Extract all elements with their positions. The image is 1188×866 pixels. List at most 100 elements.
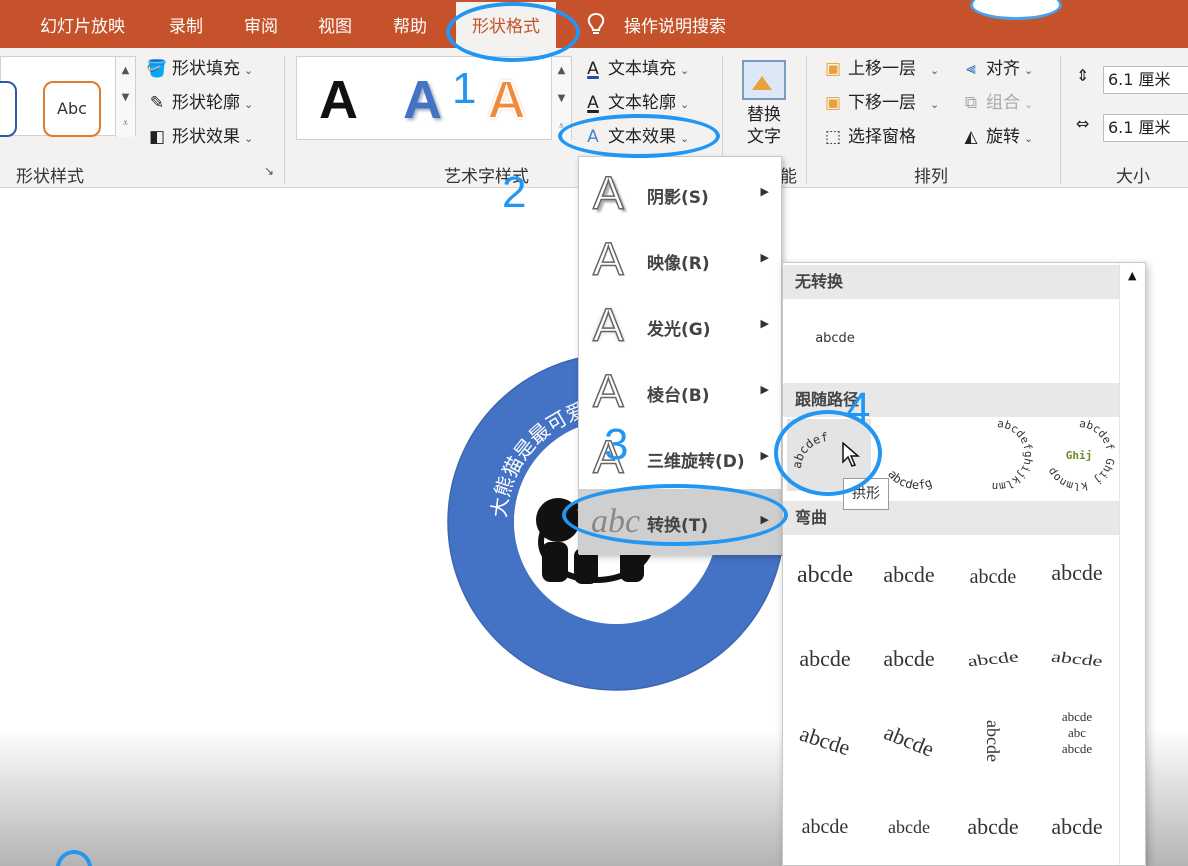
selection-pane-icon: ⬚	[824, 127, 842, 147]
shape-styles-gallery[interactable]: Abc ▲ ▼ ⩡	[0, 56, 136, 137]
group-label-accessibility: 能	[780, 167, 797, 187]
svg-text:Ghij: Ghij	[1066, 449, 1093, 462]
group-objects-icon: ⧉	[964, 93, 978, 113]
paint-bucket-icon: 🪣	[146, 59, 168, 79]
warp-button[interactable]: abcde abc abcde	[1035, 709, 1119, 781]
submenu-arrow-icon: ▶	[760, 449, 769, 462]
tab-help[interactable]: 帮助	[393, 12, 427, 37]
menu-item-bevel[interactable]: A 棱台(B) ▶	[579, 359, 781, 425]
send-backward-icon: ▣	[824, 93, 842, 113]
warp-can-up[interactable]: abcde	[783, 791, 867, 863]
shape-effects-button[interactable]: ◧ 形状效果 ⌄	[146, 124, 253, 150]
warp-arch-down[interactable]: abcde	[857, 692, 962, 790]
warp-chevron-up[interactable]: abcde	[783, 623, 867, 695]
gallery-scroll-up-icon[interactable]: ▲	[115, 57, 135, 85]
transform-gallery-scrollbar[interactable]: ▲	[1119, 263, 1145, 865]
chevron-down-icon: ⌄	[930, 64, 940, 77]
warp-arch-up[interactable]: abcde	[783, 694, 876, 788]
chevron-down-icon: ⌄	[1024, 98, 1034, 111]
shape-outline-button[interactable]: ✎ 形状轮廓 ⌄	[146, 90, 253, 116]
bevel-A-icon: A	[592, 364, 624, 418]
shape-style-swatch[interactable]	[0, 81, 17, 137]
submenu-arrow-icon: ▶	[760, 383, 769, 396]
group-divider	[1060, 56, 1061, 184]
chevron-down-icon: ⌄	[680, 64, 690, 77]
warp-plain[interactable]: abcde	[783, 539, 867, 611]
warp-ring-outside[interactable]: abcde	[1030, 630, 1123, 688]
gallery-more-icon[interactable]: ⩡	[115, 111, 135, 137]
group-divider	[806, 56, 807, 184]
text-fill-button[interactable]: A 文本填充 ⌄	[582, 56, 689, 82]
menu-item-reflection[interactable]: A 映像(R) ▶	[579, 227, 781, 293]
submenu-arrow-icon: ▶	[760, 317, 769, 330]
warp-wave-1[interactable]: abcde	[951, 791, 1035, 863]
wordart-sample-orange[interactable]: A	[486, 69, 527, 131]
menu-item-glow[interactable]: A 发光(G) ▶	[579, 293, 781, 359]
annotation-number-3: 3	[604, 420, 629, 469]
warp-ring-inside[interactable]: abcde	[946, 630, 1039, 688]
section-header-warp: 弯曲	[783, 501, 1119, 535]
transform-circle[interactable]: abcdefghijklmn	[955, 417, 1039, 493]
shape-width-input[interactable]: 6.1 厘米	[1103, 114, 1188, 142]
menu-item-shadow[interactable]: A 阴影(S) ▶	[579, 161, 781, 227]
annotation-ellipse-3	[562, 484, 788, 546]
text-outline-button[interactable]: A 文本轮廓 ⌄	[582, 90, 689, 116]
bring-forward-button[interactable]: ▣ 上移一层 ⌄	[822, 56, 939, 82]
tab-slideshow[interactable]: 幻灯片放映	[40, 12, 125, 37]
tab-record[interactable]: 录制	[169, 12, 203, 37]
warp-triangle-up[interactable]: abcde	[951, 539, 1035, 611]
alt-text-button[interactable]: 替换 文字	[736, 56, 792, 154]
scroll-up-arrow-icon[interactable]: ▲	[1128, 269, 1136, 282]
shape-height-icon: ⇕	[1076, 66, 1090, 85]
warp-circle[interactable]: abcde	[957, 699, 1029, 783]
reflection-A-icon: A	[592, 232, 624, 286]
lightbulb-icon	[587, 12, 605, 34]
warp-chevron-down[interactable]: abcde	[867, 623, 951, 695]
submenu-arrow-icon: ▶	[760, 185, 769, 198]
ribbon-tab-bar: 幻灯片放映 录制 审阅 视图 帮助 形状格式 操作说明搜索	[0, 0, 1188, 48]
warp-can-down[interactable]: abcde	[867, 791, 951, 863]
svg-text:abcdefg: abcdefg	[885, 467, 934, 491]
glow-A-icon: A	[592, 298, 624, 352]
gallery-scroll-down-icon[interactable]: ▼	[115, 85, 135, 111]
tab-review[interactable]: 审阅	[244, 12, 278, 37]
group-button[interactable]: ⧉ 组合 ⌄	[960, 90, 1033, 116]
chevron-down-icon: ⌄	[1024, 132, 1034, 145]
annotation-number-2: 2	[502, 168, 527, 217]
tell-me-search[interactable]: 操作说明搜索	[624, 12, 726, 37]
rotate-button[interactable]: ◭ 旋转 ⌄	[960, 124, 1033, 150]
text-outline-A-icon: A	[587, 93, 599, 113]
shape-style-swatch-abc[interactable]: Abc	[43, 81, 101, 137]
profile-avatar[interactable]	[970, 0, 1062, 20]
rotate-icon: ◭	[964, 127, 978, 147]
transform-gallery: 无转换 abcde 跟随路径 abcdef abcdefg abcdefghij…	[782, 262, 1146, 866]
warp-stop[interactable]: abcde	[867, 539, 951, 611]
picture-icon	[742, 60, 786, 100]
powerpoint-window: 幻灯片放映 录制 审阅 视图 帮助 形状格式 操作说明搜索 Abc ▲ ▼ ⩡ …	[0, 0, 1188, 866]
gallery-scroll-up-icon[interactable]: ▲	[551, 57, 571, 85]
shape-height-input[interactable]: 6.1 厘米	[1103, 66, 1188, 94]
annotation-number-4: 4	[846, 384, 871, 433]
chevron-down-icon: ⌄	[244, 98, 254, 111]
tab-view[interactable]: 视图	[318, 12, 352, 37]
chevron-down-icon: ⌄	[244, 132, 254, 145]
transform-button[interactable]: abcdef Ghij klmnop Ghij	[1037, 417, 1121, 493]
gallery-scroll-down-icon[interactable]: ▼	[551, 85, 571, 113]
section-header-no-transform: 无转换	[783, 265, 1119, 299]
wordart-styles-gallery[interactable]: A A A ▲ ▼ ⩡	[296, 56, 572, 140]
dialog-launcher-icon[interactable]: ↘	[264, 164, 274, 178]
shape-width-icon: ⇔	[1076, 114, 1090, 133]
selection-pane-button[interactable]: ⬚ 选择窗格	[822, 124, 916, 150]
group-divider	[284, 56, 285, 184]
text-fill-A-icon: A	[587, 59, 599, 79]
transform-none[interactable]: abcde	[793, 303, 877, 375]
align-button[interactable]: ⫷ 对齐 ⌄	[960, 56, 1033, 82]
wordart-sample-black[interactable]: A	[319, 69, 358, 131]
warp-triangle-down[interactable]: abcde	[1035, 539, 1119, 611]
bring-forward-icon: ▣	[824, 59, 842, 79]
shape-fill-button[interactable]: 🪣 形状填充 ⌄	[146, 56, 253, 82]
send-backward-button[interactable]: ▣ 下移一层 ⌄	[822, 90, 939, 116]
wordart-sample-blue[interactable]: A	[403, 69, 442, 131]
group-label-shape-styles: 形状样式	[16, 167, 84, 187]
warp-wave-2[interactable]: abcde	[1035, 791, 1119, 863]
